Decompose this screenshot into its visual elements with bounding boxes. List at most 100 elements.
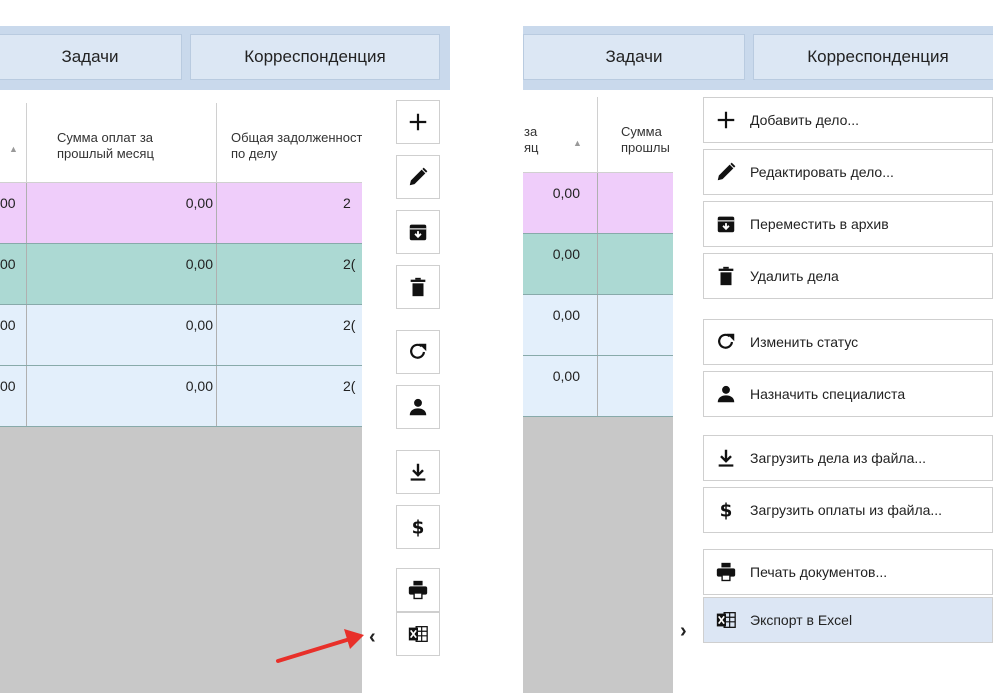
person-button[interactable] (396, 385, 440, 429)
archive-button[interactable] (396, 210, 440, 254)
table-cell-empty (598, 234, 673, 294)
column-header-label: за яц (524, 124, 539, 155)
pencil-icon (714, 160, 738, 184)
table-cell-debt-value: 2( (343, 256, 356, 272)
menu-item-plus[interactable]: Добавить дело... (703, 97, 993, 143)
table-cell-debt: 2 (217, 183, 362, 243)
menu-item-pencil[interactable]: Редактировать дело... (703, 149, 993, 195)
expand-chevron-button[interactable]: › (680, 620, 687, 643)
excel-button[interactable] (396, 612, 440, 656)
menu-item-label: Редактировать дело... (750, 164, 894, 180)
column-header-payments[interactable]: Сумма прошлы (598, 97, 673, 173)
trash-icon (714, 264, 738, 288)
table-cell-partial: 00 (0, 366, 27, 426)
printer-icon (407, 579, 429, 601)
excel-icon (407, 623, 429, 645)
table-row[interactable]: 0,00 (523, 356, 673, 417)
vertical-toolbar: $ ‹ (363, 96, 450, 693)
table-cell-empty (598, 356, 673, 416)
plus-button[interactable] (396, 100, 440, 144)
menu-item-label: Переместить в архив (750, 216, 889, 232)
plus-icon (407, 111, 429, 133)
menu-item-trash[interactable]: Удалить дела (703, 253, 993, 299)
table-cell-partial: 00 (0, 305, 27, 365)
tab-tasks[interactable]: Задачи (0, 34, 182, 80)
column-header-partial[interactable]: за яц ▲ (523, 97, 598, 173)
printer-icon (714, 560, 738, 584)
dollar-icon: $ (407, 516, 429, 538)
column-header-label: Сумма прошлы (621, 124, 670, 155)
table-cell-value: 0,00 (523, 234, 598, 294)
svg-text:$: $ (412, 517, 425, 538)
menu-item-printer[interactable]: Печать документов... (703, 549, 993, 595)
pencil-icon (407, 166, 429, 188)
table-cell-value: 0,00 (523, 295, 598, 355)
table-cell-debt-value: 2( (343, 378, 356, 394)
refresh-icon (714, 330, 738, 354)
data-grid: за яц ▲ Сумма прошлы 0,00 0,00 0,00 0,00 (523, 97, 673, 693)
trash-button[interactable] (396, 265, 440, 309)
table-cell-payments: 0,00 (27, 244, 217, 304)
menu-item-label: Изменить статус (750, 334, 859, 350)
download-icon (714, 446, 738, 470)
sort-ascending-icon: ▲ (573, 138, 582, 148)
table-row[interactable]: 00 0,00 2( (0, 305, 362, 366)
excel-icon (714, 608, 738, 632)
table-cell-value: 0,00 (523, 173, 598, 233)
left-screenshot-panel: Задачи Корреспонденция ▲ Сумма оплат за … (0, 0, 450, 693)
column-header-partial[interactable]: ▲ (0, 103, 27, 183)
red-arrow-annotation (276, 629, 364, 663)
data-grid: ▲ Сумма оплат за прошлый месяц Общая зад… (0, 103, 362, 693)
trash-icon (407, 276, 429, 298)
dollar-button[interactable]: $ (396, 505, 440, 549)
archive-icon (714, 212, 738, 236)
right-screenshot-panel: Задачи Корреспонденция за яц ▲ Сумма про… (523, 0, 993, 693)
refresh-button[interactable] (396, 330, 440, 374)
tab-correspondence[interactable]: Корреспонденция (753, 34, 993, 80)
column-header-total-debt[interactable]: Общая задолженность по делу (217, 103, 362, 183)
menu-item-person[interactable]: Назначить специалиста (703, 371, 993, 417)
printer-button[interactable] (396, 568, 440, 612)
tab-bar: Задачи Корреспонденция (523, 26, 993, 90)
table-row[interactable]: 0,00 (523, 234, 673, 295)
menu-item-label: Назначить специалиста (750, 386, 906, 402)
pencil-button[interactable] (396, 155, 440, 199)
person-icon (407, 396, 429, 418)
column-header-label: Сумма оплат за прошлый месяц (57, 130, 154, 161)
table-cell-partial: 00 (0, 183, 27, 243)
menu-item-download[interactable]: Загрузить дела из файла... (703, 435, 993, 481)
menu-item-excel[interactable]: Экспорт в Excel (703, 597, 993, 643)
table-cell-debt: 2( (217, 305, 362, 365)
tab-tasks[interactable]: Задачи (523, 34, 745, 80)
sort-ascending-icon: ▲ (9, 144, 18, 154)
menu-item-label: Загрузить дела из файла... (750, 450, 927, 466)
menu-item-label: Печать документов... (750, 564, 888, 580)
menu-item-label: Удалить дела (750, 268, 839, 284)
download-button[interactable] (396, 450, 440, 494)
menu-item-archive[interactable]: Переместить в архив (703, 201, 993, 247)
table-cell-debt: 2( (217, 244, 362, 304)
tab-correspondence[interactable]: Корреспонденция (190, 34, 440, 80)
archive-icon (407, 221, 429, 243)
table-row[interactable]: 0,00 (523, 295, 673, 356)
table-row[interactable]: 00 0,00 2( (0, 244, 362, 305)
table-row[interactable]: 00 0,00 2( (0, 366, 362, 427)
menu-item-dollar[interactable]: $ Загрузить оплаты из файла... (703, 487, 993, 533)
column-header-payments-last-month[interactable]: Сумма оплат за прошлый месяц (27, 103, 217, 183)
menu-item-refresh[interactable]: Изменить статус (703, 319, 993, 365)
table-cell-partial: 00 (0, 244, 27, 304)
table-cell-payments: 0,00 (27, 366, 217, 426)
table-cell-empty (598, 295, 673, 355)
column-header-label: Общая задолженность по делу (231, 130, 362, 161)
plus-icon (714, 108, 738, 132)
tab-bar: Задачи Корреспонденция (0, 26, 450, 90)
table-row[interactable]: 0,00 (523, 173, 673, 234)
menu-item-label: Экспорт в Excel (750, 612, 853, 628)
table-cell-debt: 2( (217, 366, 362, 426)
table-row[interactable]: 00 0,00 2 (0, 183, 362, 244)
panel-separator (450, 0, 523, 693)
dollar-icon: $ (714, 498, 738, 522)
table-cell-value: 0,00 (523, 356, 598, 416)
menu-item-label: Загрузить оплаты из файла... (750, 502, 943, 518)
person-icon (714, 382, 738, 406)
